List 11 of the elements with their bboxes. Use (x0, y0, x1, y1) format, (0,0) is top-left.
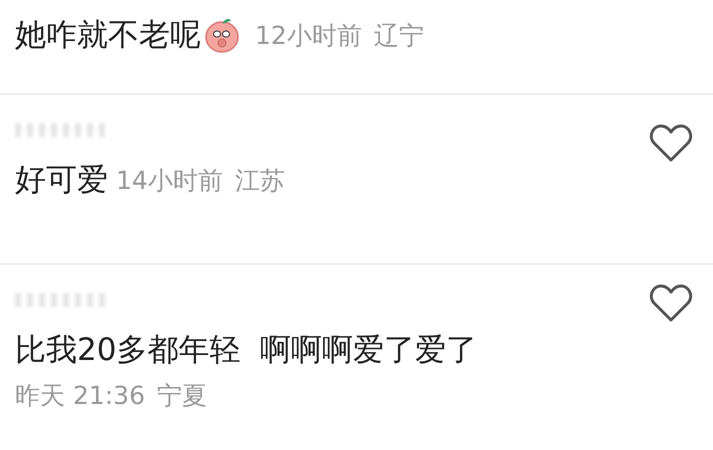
comment-text: 比我20多都年轻 啊啊啊爱了爱了 (15, 331, 478, 370)
comment-text: 好可爱 (15, 161, 108, 200)
comment-location: 江苏 (234, 164, 285, 196)
comment-time: 昨天 21:36 (15, 380, 145, 412)
comment-time: 14小时前 (116, 164, 223, 196)
comment-location: 辽宁 (374, 20, 424, 52)
comment-location: 宁夏 (157, 380, 207, 412)
like-button[interactable] (649, 283, 693, 323)
comment-time: 12小时前 (255, 20, 362, 52)
comment-text: 她咋就不老呢 (15, 16, 201, 55)
like-button[interactable] (649, 123, 693, 163)
